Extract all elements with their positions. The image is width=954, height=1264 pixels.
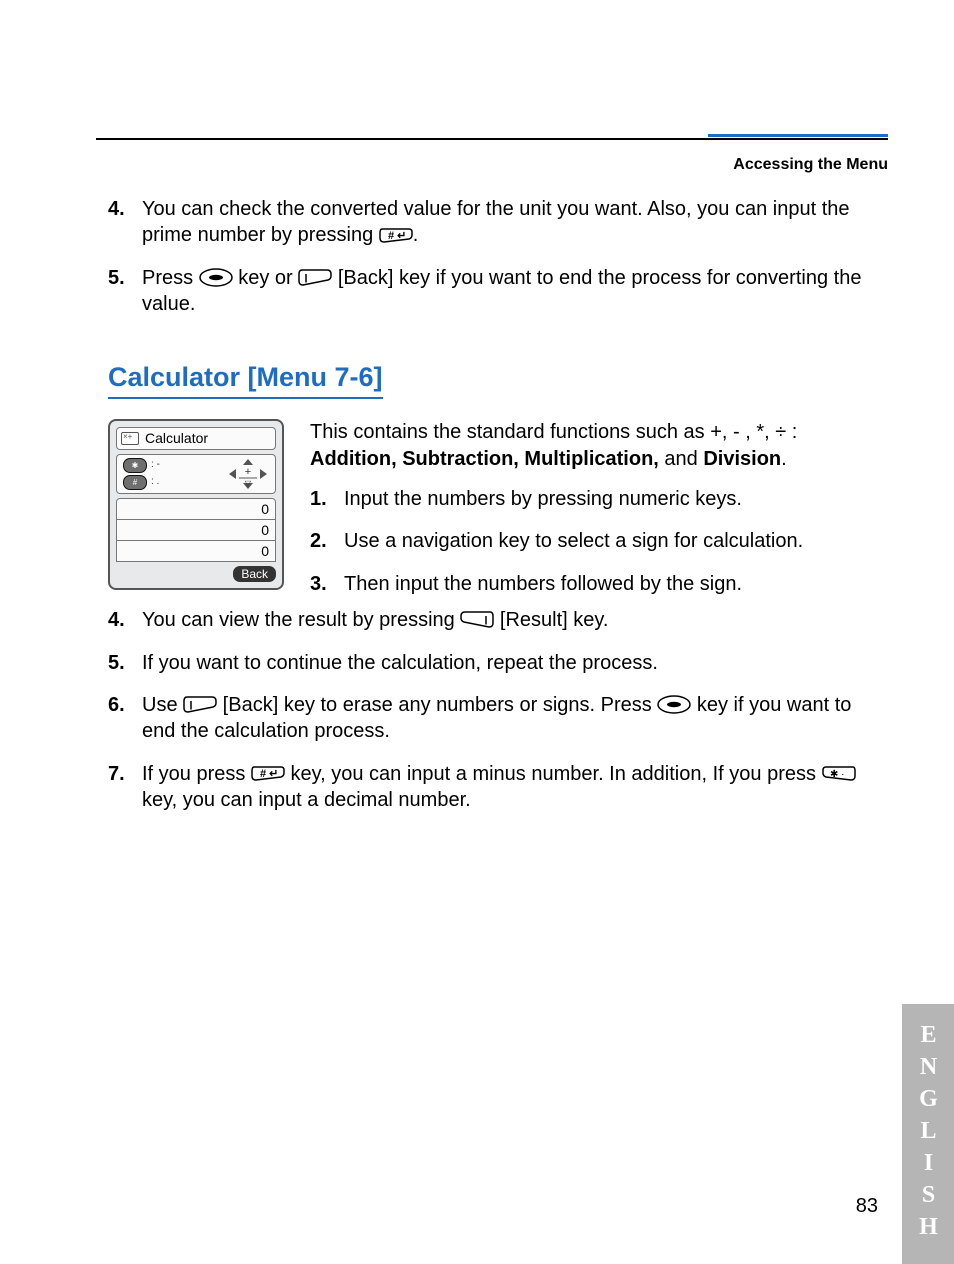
calc-back-softkey: Back	[233, 566, 276, 582]
step-text: key, you can input a decimal number.	[142, 789, 471, 811]
page-number: 83	[856, 1195, 878, 1218]
calc-step-5: 5. If you want to continue the calculati…	[108, 650, 888, 676]
step-number: 2.	[310, 528, 344, 554]
calc-step-4: 4. You can view the result by pressing […	[108, 607, 888, 633]
step-number: 4.	[108, 196, 142, 249]
section-description: This contains the standard functions suc…	[310, 419, 888, 472]
dpad-icon	[227, 458, 269, 490]
star-key-icon	[822, 764, 856, 783]
calc-step-2: 2. Use a navigation key to select a sign…	[310, 528, 888, 554]
step-number: 7.	[108, 761, 142, 814]
step-number: 6.	[108, 692, 142, 745]
step-text: key or	[233, 267, 299, 289]
step-text: [Result] key.	[494, 609, 608, 631]
hash-key-icon: #	[123, 475, 147, 490]
step-text: You can view the result by pressing	[142, 609, 460, 631]
calc-title: Calculator	[145, 429, 208, 447]
step-text: You can check the converted value for th…	[142, 198, 850, 246]
step-text: Press	[142, 267, 199, 289]
step-text: Use a navigation key to select a sign fo…	[344, 528, 888, 554]
calc-value-row: 0	[117, 541, 275, 561]
intro-step-4: 4. You can check the converted value for…	[108, 196, 888, 249]
star-key-hint: : -	[151, 460, 160, 470]
calc-value-row: 0	[117, 499, 275, 520]
step-text: key, you can input a minus number. In ad…	[285, 763, 822, 785]
calc-step-1: 1. Input the numbers by pressing numeric…	[310, 486, 888, 512]
step-number: 4.	[108, 607, 142, 633]
step-number: 5.	[108, 265, 142, 318]
hash-key-icon	[251, 764, 285, 783]
step-number: 3.	[310, 571, 344, 597]
language-tab-label: ENGLISH	[915, 1022, 942, 1246]
step-number: 5.	[108, 650, 142, 676]
step-text: Use	[142, 694, 183, 716]
calc-step-6: 6. Use [Back] key to erase any numbers o…	[108, 692, 888, 745]
step-text: Then input the numbers followed by the s…	[344, 571, 888, 597]
calc-step-7: 7. If you press key, you can input a min…	[108, 761, 888, 814]
star-key-icon: ✱	[123, 458, 147, 473]
softkey-right-icon	[183, 695, 217, 714]
calc-step-3: 3. Then input the numbers followed by th…	[310, 571, 888, 597]
step-text: [Back] key to erase any numbers or signs…	[217, 694, 657, 716]
calc-app-icon	[121, 432, 139, 445]
softkey-right-icon	[298, 268, 332, 287]
hash-key-hint: : .	[151, 477, 159, 487]
section-title: Calculator [Menu 7-6]	[108, 360, 383, 400]
hash-key-icon	[379, 226, 413, 245]
end-key-icon	[657, 695, 691, 714]
calc-value-row: 0	[117, 520, 275, 541]
header-section-label: Accessing the Menu	[733, 156, 888, 174]
step-text: If you want to continue the calculation,…	[142, 650, 888, 676]
step-text: Input the numbers by pressing numeric ke…	[344, 486, 888, 512]
softkey-left-icon	[460, 610, 494, 629]
intro-step-5: 5. Press key or [Back] key if you want t…	[108, 265, 888, 318]
step-text: .	[413, 224, 419, 246]
step-number: 1.	[310, 486, 344, 512]
language-tab: ENGLISH	[902, 1004, 954, 1264]
step-text: If you press	[142, 763, 251, 785]
end-key-icon	[199, 268, 233, 287]
calculator-screenshot: Calculator ✱ : - # : .	[108, 419, 284, 589]
